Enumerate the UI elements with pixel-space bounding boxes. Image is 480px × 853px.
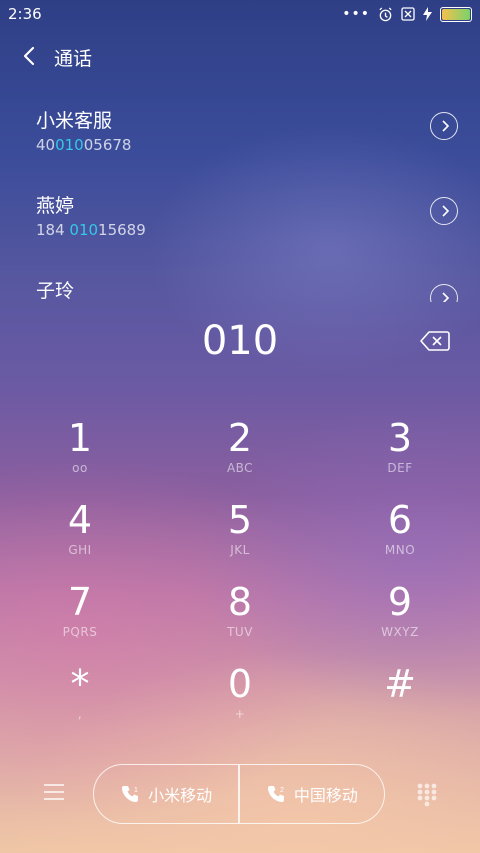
call-sim2-button[interactable]: 2 中国移动 <box>240 765 384 823</box>
status-time: 2:36 <box>8 5 42 23</box>
key-5[interactable]: 5 JKL <box>180 497 300 577</box>
contact-result-3[interactable]: 子玲 <box>0 276 480 302</box>
key-7[interactable]: 7 PQRS <box>20 579 140 659</box>
back-arrow-icon[interactable] <box>18 44 42 68</box>
contact-name: 子玲 <box>36 280 75 302</box>
key-0[interactable]: 0 + <box>180 661 300 741</box>
no-sim-icon <box>401 7 415 21</box>
chevron-right-icon <box>442 205 450 217</box>
alarm-icon <box>379 6 392 21</box>
call-bar: 1 小米移动 2 中国移动 <box>0 764 480 826</box>
sim2-label: 中国移动 <box>293 786 358 805</box>
key-8[interactable]: 8 TUV <box>180 579 300 659</box>
phone-sim2-icon: 2 <box>267 786 284 802</box>
call-button-group: 1 小米移动 2 中国移动 <box>93 764 385 824</box>
status-bar: 2:36 ••• <box>0 0 480 28</box>
key-6[interactable]: 6 MNO <box>340 497 460 577</box>
contact-name: 燕婷 <box>36 195 75 217</box>
more-dots-icon: ••• <box>342 6 370 22</box>
key-star[interactable]: *, <box>20 661 140 741</box>
page-title: 通话 <box>54 48 93 70</box>
keypad-toggle-icon[interactable] <box>416 782 438 808</box>
svg-text:2: 2 <box>280 787 284 794</box>
call-sim1-button[interactable]: 1 小米移动 <box>94 765 238 823</box>
sim1-label: 小米移动 <box>148 786 213 805</box>
phone-sim1-icon: 1 <box>122 786 139 802</box>
contact-result-1[interactable]: 小米客服 4001005678 <box>0 106 480 190</box>
key-4[interactable]: 4 GHI <box>20 497 140 577</box>
battery-icon <box>440 6 472 22</box>
contact-detail-button[interactable] <box>430 112 458 140</box>
header: 通话 <box>0 38 480 78</box>
chevron-right-icon <box>442 292 450 302</box>
contact-detail-button[interactable] <box>430 284 458 302</box>
voicemail-icon: oo <box>72 461 88 475</box>
contact-number: 4001005678 <box>36 136 132 154</box>
charging-icon <box>423 7 432 21</box>
contact-name: 小米客服 <box>36 110 113 132</box>
svg-text:1: 1 <box>134 787 138 794</box>
chevron-right-icon <box>442 120 450 132</box>
menu-icon[interactable] <box>42 782 66 802</box>
key-hash[interactable]: # <box>340 661 460 741</box>
contact-detail-button[interactable] <box>430 197 458 225</box>
dialed-number: 010 <box>201 318 279 364</box>
backspace-icon[interactable] <box>420 330 450 352</box>
key-3[interactable]: 3 DEF <box>340 415 460 495</box>
key-1[interactable]: 1 oo <box>20 415 140 495</box>
contact-result-2[interactable]: 燕婷 184 01015689 <box>0 191 480 275</box>
key-9[interactable]: 9 WXYZ <box>340 579 460 659</box>
key-2[interactable]: 2 ABC <box>180 415 300 495</box>
status-icons: ••• <box>342 6 472 22</box>
contact-number: 184 01015689 <box>36 221 146 239</box>
